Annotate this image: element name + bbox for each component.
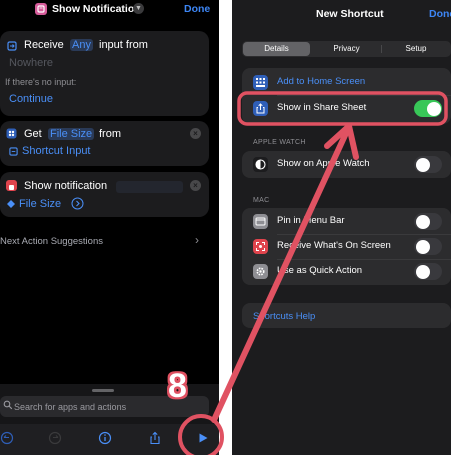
from-word: from — [99, 128, 121, 140]
redo-icon[interactable] — [48, 431, 62, 445]
notification-icon — [6, 180, 17, 191]
toggle-knob — [426, 101, 441, 116]
input-from-word: input from — [99, 39, 148, 51]
shortcut-input-token[interactable]: Shortcut Input — [22, 145, 91, 157]
menu-bar-icon — [253, 214, 268, 229]
apple-watch-toggle[interactable] — [414, 156, 442, 173]
show-notification-word: Show notification — [24, 180, 108, 192]
screen-capture-icon — [253, 239, 268, 254]
tab-setup[interactable]: Setup — [382, 42, 450, 56]
toggle-knob — [415, 157, 430, 172]
chevron-down-icon[interactable]: ▼ — [133, 3, 144, 14]
next-action-suggestions[interactable]: Next Action Suggestions — [0, 236, 103, 247]
receive-on-screen-row: Receive What's On Screen — [242, 234, 451, 259]
search-icon — [3, 400, 13, 410]
input-icon — [9, 147, 18, 156]
share-sheet-toggle[interactable] — [414, 100, 442, 117]
gear-icon — [253, 264, 268, 279]
pin-in-menu-bar-label: Pin in Menu Bar — [277, 215, 345, 226]
shortcut-title[interactable]: Show Notification — [52, 3, 141, 15]
get-action-card[interactable]: Get File Size from × Shortcut Input — [0, 121, 209, 166]
shortcut-details-screen: New Shortcut Done Details Privacy Setup … — [232, 0, 451, 455]
done-button[interactable]: Done — [429, 8, 451, 20]
mac-settings-group: Pin in Menu Bar Receive What's On Screen… — [242, 208, 451, 285]
done-button[interactable]: Done — [184, 3, 210, 15]
toggle-knob — [415, 214, 430, 229]
get-word: Get — [24, 128, 42, 140]
get-details-icon — [6, 128, 17, 139]
watch-icon — [253, 157, 268, 172]
show-on-apple-watch-row: Show on Apple Watch — [242, 152, 451, 177]
add-to-home-screen-row[interactable]: Add to Home Screen — [242, 70, 451, 95]
quick-action-label: Use as Quick Action — [277, 265, 363, 276]
quick-action-row: Use as Quick Action — [242, 259, 451, 284]
apple-watch-header: APPLE WATCH — [253, 139, 306, 146]
close-icon[interactable]: × — [190, 180, 201, 191]
shortcut-app-icon[interactable] — [35, 3, 47, 15]
file-size-token-icon — [7, 200, 15, 208]
show-on-apple-watch-label: Show on Apple Watch — [277, 158, 370, 169]
details-tab-bar: Details Privacy Setup — [242, 41, 451, 57]
add-to-home-screen-label: Add to Home Screen — [277, 76, 366, 87]
nowhere-token[interactable]: Nowhere — [9, 57, 53, 69]
receive-word: Receive — [24, 39, 64, 51]
info-icon[interactable] — [98, 431, 112, 445]
input-icon — [7, 41, 17, 51]
file-size-token[interactable]: File Size — [48, 128, 95, 140]
on-screen-toggle[interactable] — [414, 238, 442, 255]
receive-action-card[interactable]: Receive Any input from Nowhere If there'… — [0, 31, 209, 116]
play-icon[interactable] — [196, 431, 210, 445]
tab-details[interactable]: Details — [243, 42, 310, 56]
chevron-circle-icon[interactable] — [71, 197, 84, 210]
show-notification-action-card[interactable]: Show notification × File Size — [0, 172, 209, 217]
home-screen-grid-icon — [253, 75, 268, 90]
close-icon[interactable]: × — [190, 128, 201, 139]
share-icon — [253, 101, 268, 116]
share-icon[interactable] — [148, 431, 162, 445]
undo-icon[interactable] — [0, 431, 14, 445]
quick-action-toggle[interactable] — [414, 263, 442, 280]
continue-token[interactable]: Continue — [9, 93, 53, 105]
file-size-token[interactable]: File Size — [19, 198, 61, 210]
toggle-knob — [415, 239, 430, 254]
no-input-label: If there's no input: — [5, 77, 77, 87]
menu-bar-toggle[interactable] — [414, 213, 442, 230]
show-in-share-sheet-row: Show in Share Sheet — [242, 96, 451, 121]
editor-header: Show Notification ▼ Done — [0, 0, 219, 20]
sharing-settings-group: Add to Home Screen Show in Share Sheet — [242, 68, 451, 124]
chevron-right-icon[interactable]: › — [195, 233, 199, 247]
details-title: New Shortcut — [316, 8, 384, 20]
apple-watch-group: Show on Apple Watch — [242, 151, 451, 178]
show-in-share-sheet-label: Show in Share Sheet — [277, 102, 367, 113]
tab-privacy[interactable]: Privacy — [312, 42, 381, 56]
receive-on-screen-label: Receive What's On Screen — [277, 240, 391, 251]
notification-body-field[interactable] — [116, 181, 183, 193]
pin-in-menu-bar-row: Pin in Menu Bar — [242, 209, 451, 234]
shortcuts-help-link[interactable]: Shortcuts Help — [253, 311, 315, 322]
sheet-grabber[interactable] — [92, 389, 114, 392]
toggle-knob — [415, 264, 430, 279]
any-token[interactable]: Any — [70, 39, 93, 51]
mac-header: MAC — [253, 197, 270, 204]
step-number-badge: 8 — [168, 367, 187, 405]
